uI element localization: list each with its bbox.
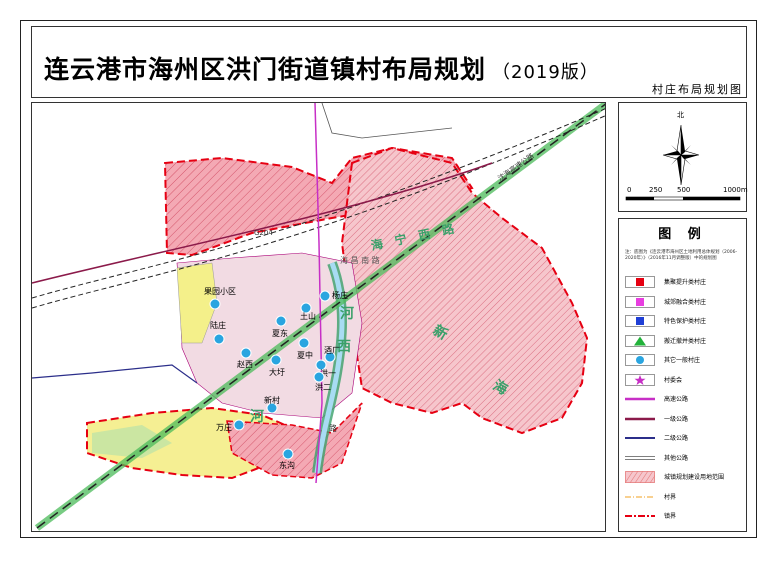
cyan-circle-icon: [625, 354, 655, 366]
road-west: [32, 364, 198, 384]
compass-icon: [662, 124, 700, 186]
legend-item: 镇界: [625, 509, 743, 523]
legend-item-label: 特色保护类村庄: [664, 318, 707, 325]
legend-item-label: 城郊融合类村庄: [664, 298, 707, 306]
label-expressway: 沈海高速公路: [496, 151, 536, 182]
road-north: [321, 103, 453, 139]
class1-road-line-icon: [625, 417, 655, 420]
legend-item: 村界: [625, 490, 743, 504]
map-svg: 沈海高速公路 G204 海 宁 西 路 海 昌 南 路 路 新 海 河 西 河 …: [32, 103, 605, 531]
legend-item-label: 其它一般村庄: [664, 357, 701, 364]
legend-item: 其它一般村庄: [625, 353, 743, 367]
village-boundary-icon: [625, 496, 655, 497]
legend-item-label: 城镇规划建设用地范围: [664, 474, 725, 481]
legend-item: 搬迁撤并类村庄: [625, 334, 743, 348]
legend-item: 二级公路: [625, 431, 743, 445]
svg-text:陆庄: 陆庄: [210, 320, 226, 330]
legend-item-label: 集聚提升类村庄: [664, 279, 707, 286]
map-title-version: （2019版）: [492, 62, 599, 83]
planning-area-east: [340, 146, 589, 435]
other-road-line-icon: [625, 455, 655, 460]
svg-text:果园小区: 果园小区: [204, 287, 236, 296]
village-yangzhuang[interactable]: 杨庄: [319, 290, 348, 302]
svg-text:洪二: 洪二: [315, 382, 331, 392]
legend-item: 村委会: [625, 373, 743, 387]
label-g204: G204: [254, 229, 273, 237]
compass-svg: 北: [625, 111, 741, 201]
legend-box: 图 例 注：底图为《连云港市海州区土地利用总体规划（2006-2020年）》（2…: [618, 218, 747, 532]
map-title-main: 连云港市海州区洪门街道镇村布局规划: [44, 55, 487, 84]
svg-text:土山: 土山: [300, 311, 316, 321]
map-canvas: 沈海高速公路 G204 海 宁 西 路 海 昌 南 路 路 新 海 河 西 河 …: [31, 102, 606, 532]
map-title: 连云港市海州区洪门街道镇村布局规划 （2019版）: [44, 50, 599, 86]
svg-text:杨庄: 杨庄: [332, 290, 348, 300]
legend-item: 其他公路: [625, 451, 743, 465]
legend-note: 注：底图为《连云港市海州区土地利用总体规划（2006-2020年）》（2016年…: [625, 250, 738, 261]
legend-title: 图 例: [658, 227, 707, 242]
svg-text:酒厂: 酒厂: [324, 346, 340, 355]
red-square-icon: [625, 276, 655, 288]
legend-item-label: 二级公路: [664, 435, 689, 442]
legend-item-label: 村界: [664, 493, 677, 501]
legend-item-label: 高速公路: [664, 396, 689, 403]
class2-road-line-icon: [625, 437, 655, 439]
map-subtitle: 村庄布局规划图: [652, 83, 743, 96]
svg-text:东沟: 东沟: [279, 460, 295, 470]
legend-item: 集聚提升类村庄: [625, 275, 743, 289]
svg-text:赵西: 赵西: [237, 359, 253, 369]
legend-item: 城郊融合类村庄: [625, 295, 743, 309]
label-he2: 河: [250, 408, 264, 425]
label-haichang-road: 海 昌 南 路: [340, 255, 380, 265]
legend-item: 高速公路: [625, 392, 743, 406]
green-triangle-icon: [625, 334, 655, 347]
legend-item-label: 搬迁撤并类村庄: [664, 337, 707, 345]
legend-item-label: 一级公路: [664, 415, 689, 423]
svg-text:大圩: 大圩: [269, 367, 285, 377]
legend-item: 一级公路: [625, 412, 743, 426]
svg-text:万庄: 万庄: [216, 422, 232, 432]
hatch-area-icon: [625, 471, 655, 483]
svg-text:夏东: 夏东: [272, 328, 288, 338]
scale-label-250: 250: [649, 186, 663, 194]
legend-item-label: 村委会: [664, 376, 683, 384]
scale-bar: [625, 196, 741, 201]
scale-label-1000: 1000m: [723, 186, 748, 194]
star-icon: [625, 373, 655, 386]
legend-item: 特色保护类村庄: [625, 314, 743, 328]
expressway-line-icon: [625, 397, 655, 401]
svg-text:夏中: 夏中: [297, 350, 313, 360]
magenta-square-icon: [625, 295, 655, 308]
blue-square-icon: [625, 315, 655, 327]
legend-item: 城镇规划建设用地范围: [625, 470, 743, 484]
label-lu: 路: [329, 423, 337, 433]
compass-box: 北 0 250 500 1000m: [618, 102, 748, 212]
svg-text:新村: 新村: [264, 395, 280, 405]
town-boundary-icon: [625, 515, 655, 517]
scale-label-500: 500: [677, 186, 691, 194]
label-he: 河: [340, 305, 354, 322]
legend-item-label: 镇界: [664, 513, 677, 520]
north-label: 北: [677, 111, 684, 119]
scale-label-0: 0: [627, 186, 632, 194]
legend-item-label: 其他公路: [664, 454, 689, 462]
